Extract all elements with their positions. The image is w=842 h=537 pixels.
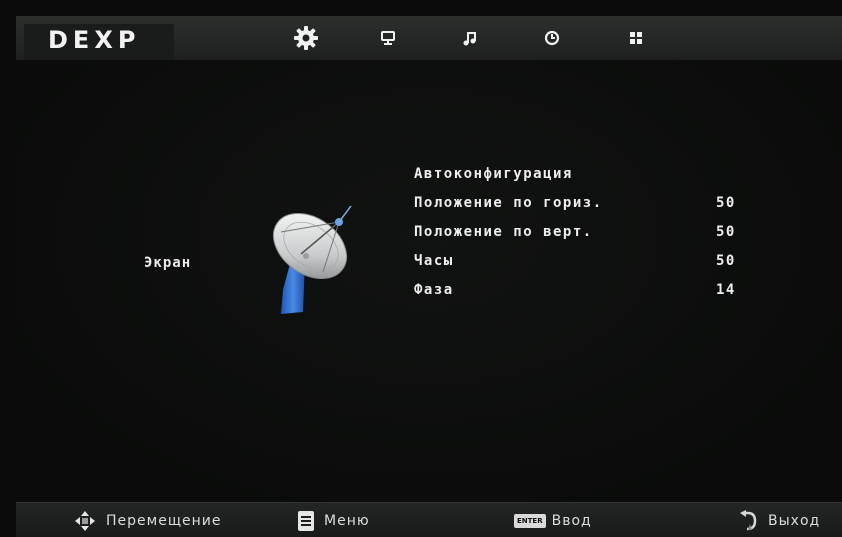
tab-settings[interactable] [292,24,320,52]
menu-item-label: Положение по гориз. [414,195,603,211]
dpad-icon [74,510,96,532]
menu-item-v-position[interactable]: Положение по верт. 50 [414,218,754,247]
bottom-hint-bar: Перемещение Меню ENTER Ввод Выход [16,502,842,537]
tab-sound[interactable] [456,24,484,52]
hint-enter: ENTER Ввод [514,503,592,537]
hint-enter-label: Ввод [551,512,592,529]
hint-move-label: Перемещение [106,512,222,529]
hint-exit: Выход [738,503,820,537]
tab-options[interactable] [622,24,650,52]
menu-item-value: 50 [716,224,736,240]
menu-item-value: 50 [716,253,736,269]
music-note-icon [462,30,478,46]
section-title: Экран [144,255,192,271]
hint-menu: Меню [298,503,370,537]
clock-icon [544,30,560,46]
return-arrow-icon [738,509,758,532]
monitor-icon [380,30,396,46]
menu-item-phase[interactable]: Фаза 14 [414,276,754,305]
menu-item-value: 14 [716,282,736,298]
settings-panel: Экран Автоконфигурация Положение по гори… [16,60,842,502]
tab-time[interactable] [538,24,566,52]
menu-item-auto-config[interactable]: Автоконфигурация [414,160,754,189]
menu-item-value: 50 [716,195,736,211]
menu-item-label: Положение по верт. [414,224,593,240]
grid-icon [629,31,643,45]
menu-item-h-position[interactable]: Положение по гориз. 50 [414,189,754,218]
brand-logo: DEXP [48,26,141,54]
menu-item-label: Часы [414,253,454,269]
enter-key-icon: ENTER [514,513,546,528]
menu-item-clock[interactable]: Часы 50 [414,247,754,276]
top-menu-bar: DEXP [16,16,842,61]
menu-doc-icon [298,510,314,531]
hint-menu-label: Меню [324,512,370,529]
satellite-dish-icon [261,200,361,320]
gear-icon [293,25,319,51]
tv-osd-screen: DEXP Экран Автоконфигурация Положение по… [0,0,842,537]
menu-item-label: Фаза [414,282,454,298]
tab-picture[interactable] [374,24,402,52]
hint-move: Перемещение [74,503,221,537]
enter-key-label: ENTER [514,513,546,528]
menu-item-label: Автоконфигурация [414,166,573,182]
hint-exit-label: Выход [768,512,821,529]
screen-settings-list: Автоконфигурация Положение по гориз. 50 … [414,160,754,305]
